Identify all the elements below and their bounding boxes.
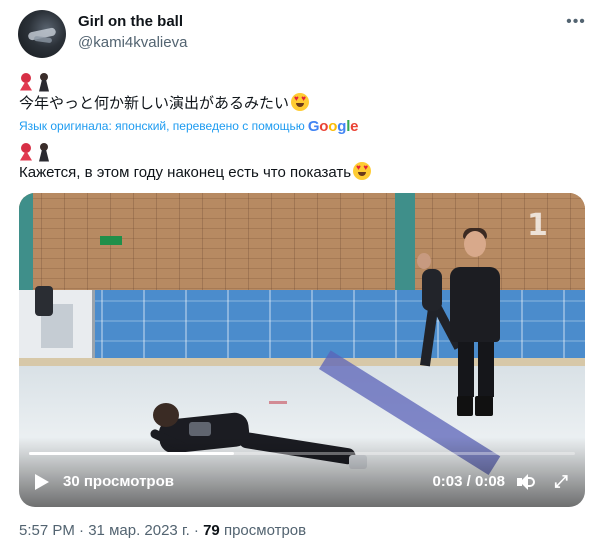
google-logo: Google [307,118,359,135]
tweet-views-count: 79 [203,522,220,539]
coach-skate [457,396,473,416]
channel-logo: 1 [527,208,548,243]
video-scene-jacket [35,286,53,316]
coach-skate [475,396,493,416]
tweet-translated-text: Кажется, в этом году наконец есть что по… [19,162,372,183]
video-player[interactable]: 1 30 просмотров 0:03 / 0:08 ⤢ [19,193,585,507]
video-progress-bar[interactable] [29,452,575,455]
more-icon[interactable]: ••• [566,12,586,32]
tweet-card: Girl on the ball @kami4kvalieva ••• 今年やっ… [0,0,599,550]
dancer-woman-icon [19,72,33,92]
video-progress-fill [29,452,234,455]
translation-label: Язык оригинала: японский, переведено с п… [19,119,305,133]
meta-separator: · [74,522,89,539]
video-scene-wall [19,193,585,298]
avatar-figure-shadow [33,35,53,44]
coach-head [464,231,486,257]
dancer-man-icon [37,72,51,92]
tweet-views-word: просмотров [223,522,307,539]
video-scene-beam [19,193,33,298]
meta-separator: · [189,522,204,539]
tweet-meta: 5:57 PM · 31 мар. 2023 г. · 79 просмотро… [19,522,306,540]
video-scene-ice-edge [19,358,585,366]
dancer-woman-icon [19,142,33,162]
play-icon[interactable] [33,473,51,491]
fallen-skater-print [189,422,211,436]
video-scene-beam [395,193,415,298]
fullscreen-icon[interactable]: ⤢ [552,473,570,491]
tweet-date[interactable]: 31 мар. 2023 г. [88,522,190,539]
translation-attribution[interactable]: Язык оригинала: японский, переведено с п… [19,118,359,135]
coach-body [450,267,500,342]
video-scene-door [19,290,95,360]
translated-text: Кажется, в этом году наконец есть что по… [19,164,352,181]
video-controls-scrim [19,437,585,507]
heart-eyes-icon [291,93,310,111]
fallen-skater-head [153,403,179,427]
heart-eyes-icon [353,162,372,180]
avatar[interactable] [18,10,66,58]
tweet-time[interactable]: 5:57 PM [19,522,75,539]
skater-girl-body [422,269,442,311]
emoji-dancers-translated [19,140,55,162]
tweet-original-text: 今年やっと何か新しい演出があるみたい [19,93,310,114]
dancer-man-icon [37,142,51,162]
skater-girl-head [417,253,431,269]
author-handle[interactable]: @kami4kvalieva [78,34,187,51]
video-scene-exit-sign [100,236,122,245]
author-name[interactable]: Girl on the ball [78,13,183,30]
video-time-label: 0:03 / 0:08 [432,473,505,490]
volume-icon[interactable] [516,472,536,492]
emoji-dancers-original [19,70,55,92]
original-text: 今年やっと何か新しい演出があるみたい [19,95,290,112]
video-views-label: 30 просмотров [63,473,174,490]
coach-legs [458,341,494,397]
video-scene-boards [19,290,585,360]
video-scene-red-mark [269,401,287,404]
